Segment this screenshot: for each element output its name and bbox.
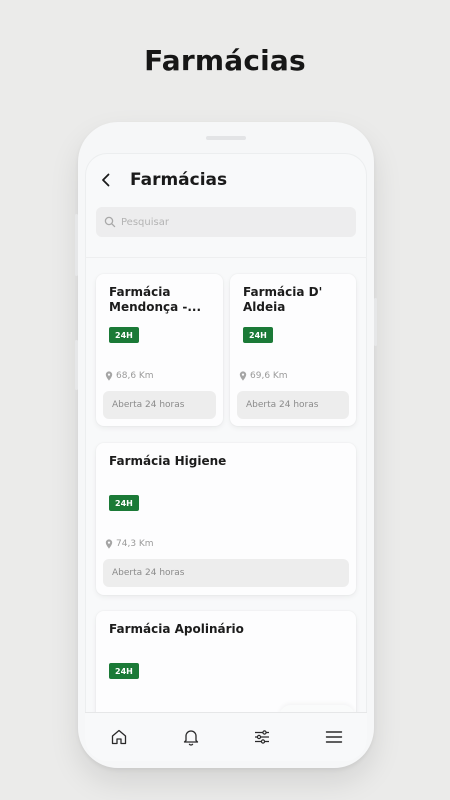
distance-info: 69,6 Km [239, 371, 288, 381]
side-button-right [374, 298, 377, 346]
opening-status: Aberta 24 horas [103, 391, 216, 419]
opening-status: Aberta 24 horas [103, 559, 349, 587]
distance-info: 68,6 Km [105, 371, 154, 381]
pharmacy-card[interactable]: Farmácia Higiene 24H 74,3 Km Aberta 24 h… [96, 443, 356, 595]
side-button-left-upper [75, 214, 78, 276]
search-icon [104, 216, 116, 228]
location-pin-icon [239, 371, 247, 381]
pharmacy-name: Farmácia Higiene [109, 454, 227, 468]
search-bar[interactable] [96, 207, 356, 237]
open-24h-badge: 24H [109, 495, 139, 511]
pharmacy-name-line: Mendonça -... [109, 300, 202, 314]
app-screen: Farmácias Farmácia Mendonça -... 24H 68,… [85, 153, 367, 761]
header-divider [85, 257, 367, 258]
pharmacy-name-line: Farmácia [109, 285, 171, 299]
filter-sliders-icon[interactable] [251, 726, 273, 748]
menu-icon[interactable] [323, 726, 345, 748]
bell-icon[interactable] [180, 726, 202, 748]
open-24h-badge: 24H [109, 663, 139, 679]
pharmacy-name: Farmácia D' Aldeia [243, 285, 322, 315]
distance-value: 69,6 Km [250, 371, 288, 381]
distance-value: 68,6 Km [116, 371, 154, 381]
open-24h-badge: 24H [243, 327, 273, 343]
speaker-grille [206, 136, 246, 140]
bottom-navigation [85, 712, 367, 761]
back-arrow-icon[interactable] [99, 171, 113, 189]
distance-value: 74,3 Km [116, 539, 154, 549]
pharmacy-card[interactable]: Farmácia Mendonça -... 24H 68,6 Km Abert… [96, 274, 223, 426]
pharmacy-name-line: Farmácia D' [243, 285, 323, 299]
pharmacy-name-line: Aldeia [243, 300, 286, 314]
search-input[interactable] [121, 216, 321, 228]
phone-frame: Farmácias Farmácia Mendonça -... 24H 68,… [75, 122, 377, 768]
pharmacy-card[interactable]: Farmácia D' Aldeia 24H 69,6 Km Aberta 24… [230, 274, 356, 426]
opening-status: Aberta 24 horas [237, 391, 349, 419]
pharmacy-name: Farmácia Apolinário [109, 622, 244, 636]
home-icon[interactable] [108, 726, 130, 748]
app-bar: Farmácias [85, 153, 367, 207]
page-headline: Farmácias [144, 44, 306, 77]
location-pin-icon [105, 539, 113, 549]
distance-info: 74,3 Km [105, 539, 154, 549]
open-24h-badge: 24H [109, 327, 139, 343]
location-pin-icon [105, 371, 113, 381]
screen-title: Farmácias [130, 170, 228, 190]
side-button-left-lower [75, 340, 78, 390]
pharmacy-name: Farmácia Mendonça -... [109, 285, 201, 315]
